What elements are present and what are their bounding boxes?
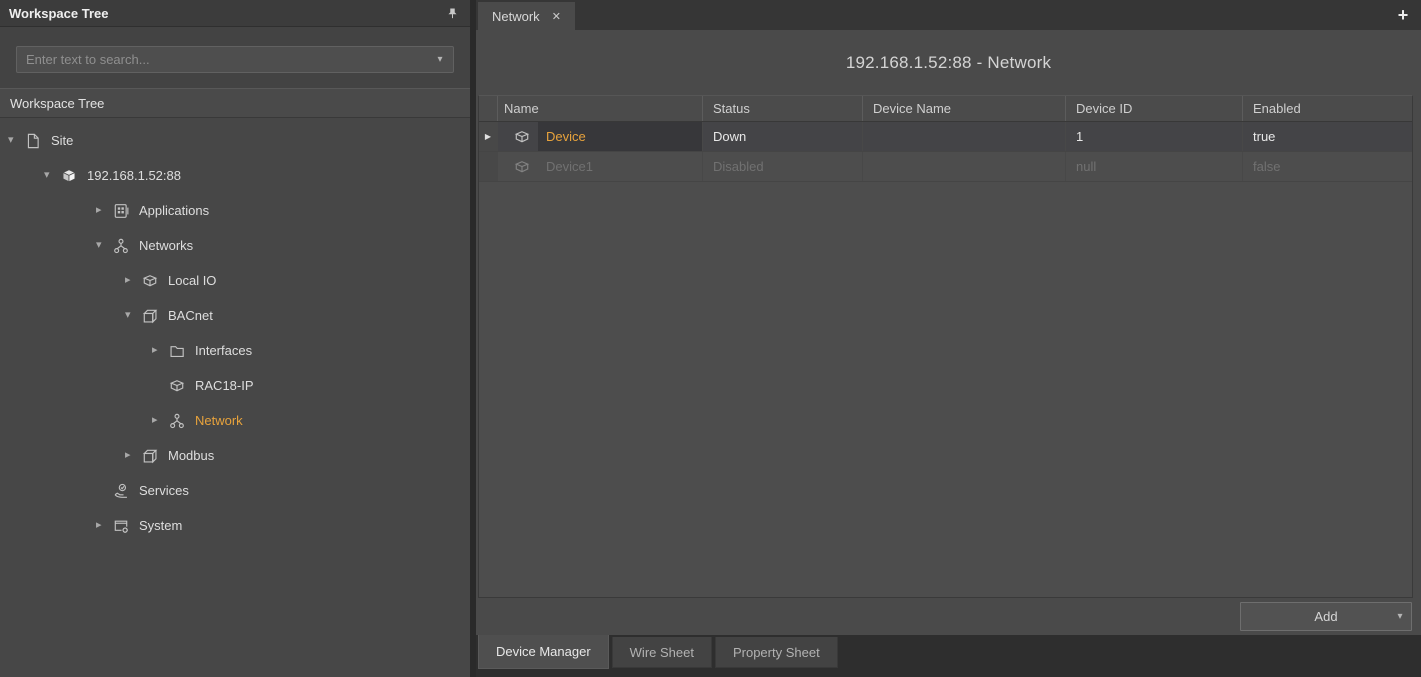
tree-item-label: Applications bbox=[137, 203, 209, 218]
tree-item-label: Networks bbox=[137, 238, 193, 253]
grid-body: ▶ DeviceDown 1true Device1Disabled nullfalse bbox=[479, 122, 1412, 182]
services-icon bbox=[113, 483, 137, 499]
main-panel: Network ✕ + 192.168.1.52:88 - Network Na… bbox=[476, 0, 1421, 677]
search-box: ▾ bbox=[16, 46, 454, 73]
tree-item-interfaces[interactable]: ▸ Interfaces bbox=[0, 333, 470, 368]
tree-item-local-io[interactable]: ▸ Local IO bbox=[0, 263, 470, 298]
cell-device-id: 1 bbox=[1066, 122, 1243, 151]
controller-icon bbox=[61, 168, 85, 184]
view-tab-device-manager[interactable]: Device Manager bbox=[478, 635, 609, 669]
column-header-enabled[interactable]: Enabled bbox=[1243, 96, 1412, 121]
workspace-tree-header: Workspace Tree bbox=[0, 0, 470, 27]
pin-icon[interactable] bbox=[443, 4, 461, 22]
table-row-device[interactable]: ▶ DeviceDown 1true bbox=[479, 122, 1412, 152]
tree-item-label: Modbus bbox=[166, 448, 214, 463]
expander-icon[interactable]: ▸ bbox=[125, 275, 142, 286]
add-dropdown-caret-icon[interactable]: ▾ bbox=[1389, 611, 1411, 622]
tab-network[interactable]: Network ✕ bbox=[478, 2, 575, 30]
tree-item-rac18-ip[interactable]: RAC18-IP bbox=[0, 368, 470, 403]
applications-icon bbox=[113, 203, 137, 219]
row-indicator-header bbox=[479, 96, 498, 121]
network-icon bbox=[169, 413, 193, 429]
search-area: ▾ bbox=[0, 27, 470, 88]
tree-item-label: 192.168.1.52:88 bbox=[85, 168, 181, 183]
expander-icon[interactable]: ▸ bbox=[152, 345, 169, 356]
view-title-bar: 192.168.1.52:88 - Network bbox=[476, 30, 1421, 95]
cell-name: Device1 bbox=[498, 152, 703, 181]
grid-header-row: NameStatusDevice NameDevice IDEnabled bbox=[479, 96, 1412, 122]
close-icon[interactable]: ✕ bbox=[552, 10, 561, 23]
cell-device-id: null bbox=[1066, 152, 1243, 181]
view-tab-wire-sheet[interactable]: Wire Sheet bbox=[612, 637, 712, 668]
column-header-name[interactable]: Name bbox=[498, 96, 703, 121]
document-tab-bar: Network ✕ + bbox=[476, 0, 1421, 30]
tree-item-label: Site bbox=[49, 133, 73, 148]
expander-icon[interactable]: ▸ bbox=[152, 415, 169, 426]
cell-status: Disabled bbox=[703, 152, 863, 181]
tree-item-site[interactable]: ▾ Site bbox=[0, 123, 470, 158]
device-icon bbox=[169, 378, 193, 394]
tree-item-label: RAC18-IP bbox=[193, 378, 254, 393]
device-name-text: Device1 bbox=[538, 152, 702, 181]
tree-item-services[interactable]: Services bbox=[0, 473, 470, 508]
device-icon bbox=[514, 129, 538, 145]
tree-item-applications[interactable]: ▸ Applications bbox=[0, 193, 470, 228]
cell-status: Down bbox=[703, 122, 863, 151]
cell-enabled: true bbox=[1243, 122, 1412, 151]
expander-icon[interactable]: ▸ bbox=[125, 450, 142, 461]
expander-icon[interactable]: ▾ bbox=[44, 170, 61, 181]
cell-device-name bbox=[863, 122, 1066, 151]
device-grid: NameStatusDevice NameDevice IDEnabled ▶D… bbox=[478, 95, 1413, 598]
cell-name: Device bbox=[498, 122, 703, 151]
tree-item-networks[interactable]: ▾ Networks bbox=[0, 228, 470, 263]
tree-item-label: Network bbox=[193, 413, 243, 428]
protocol-icon bbox=[142, 448, 166, 464]
document-icon bbox=[25, 133, 49, 149]
expander-icon[interactable]: ▾ bbox=[125, 310, 142, 321]
folder-icon bbox=[169, 343, 193, 359]
search-dropdown-caret-icon[interactable]: ▾ bbox=[427, 47, 453, 72]
device-name-text: Device bbox=[538, 122, 702, 151]
column-header-device-name[interactable]: Device Name bbox=[863, 96, 1066, 121]
column-header-device-id[interactable]: Device ID bbox=[1066, 96, 1243, 121]
panel-title: Workspace Tree bbox=[9, 6, 443, 21]
column-header-status[interactable]: Status bbox=[703, 96, 863, 121]
workspace-tree-panel: Workspace Tree ▾ Workspace Tree ▾ Site ▾ 19… bbox=[0, 0, 470, 677]
row-indicator bbox=[479, 152, 498, 181]
cell-enabled: false bbox=[1243, 152, 1412, 181]
tree-item-modbus[interactable]: ▸ Modbus bbox=[0, 438, 470, 473]
tree-item-label: Local IO bbox=[166, 273, 216, 288]
expander-icon[interactable]: ▾ bbox=[8, 135, 25, 146]
view-tab-property-sheet[interactable]: Property Sheet bbox=[715, 637, 838, 668]
network-icon bbox=[113, 238, 137, 254]
tree-item-system[interactable]: ▸ System bbox=[0, 508, 470, 543]
cell-device-name bbox=[863, 152, 1066, 181]
expander-icon[interactable]: ▸ bbox=[96, 520, 113, 531]
tree-item-label: System bbox=[137, 518, 182, 533]
system-icon bbox=[113, 518, 137, 534]
tree-item-bacnet[interactable]: ▾ BACnet bbox=[0, 298, 470, 333]
expander-icon[interactable]: ▸ bbox=[96, 205, 113, 216]
tree-item-label: Services bbox=[137, 483, 189, 498]
row-indicator: ▶ bbox=[479, 122, 498, 151]
tree-item-network[interactable]: ▸ Network bbox=[0, 403, 470, 438]
view-tab-strip: Device ManagerWire SheetProperty Sheet bbox=[476, 635, 1421, 677]
expander-icon[interactable]: ▾ bbox=[96, 240, 113, 251]
tree-item-192-168-1-52-88[interactable]: ▾ 192.168.1.52:88 bbox=[0, 158, 470, 193]
search-input[interactable] bbox=[17, 47, 427, 72]
add-button[interactable]: Add ▾ bbox=[1240, 602, 1412, 631]
grid-toolbar: Add ▾ bbox=[478, 598, 1413, 635]
table-row-device1[interactable]: Device1Disabled nullfalse bbox=[479, 152, 1412, 182]
tree-item-label: BACnet bbox=[166, 308, 213, 323]
tree-item-label: Interfaces bbox=[193, 343, 252, 358]
new-tab-button[interactable]: + bbox=[1391, 3, 1415, 27]
device-icon bbox=[142, 273, 166, 289]
tree-section-label: Workspace Tree bbox=[0, 88, 470, 118]
protocol-icon bbox=[142, 308, 166, 324]
page-title: 192.168.1.52:88 - Network bbox=[846, 53, 1051, 73]
workspace-tree: ▾ Site ▾ 192.168.1.52:88 ▸ Applications ▾ Netwo… bbox=[0, 118, 470, 543]
device-icon bbox=[514, 159, 538, 175]
